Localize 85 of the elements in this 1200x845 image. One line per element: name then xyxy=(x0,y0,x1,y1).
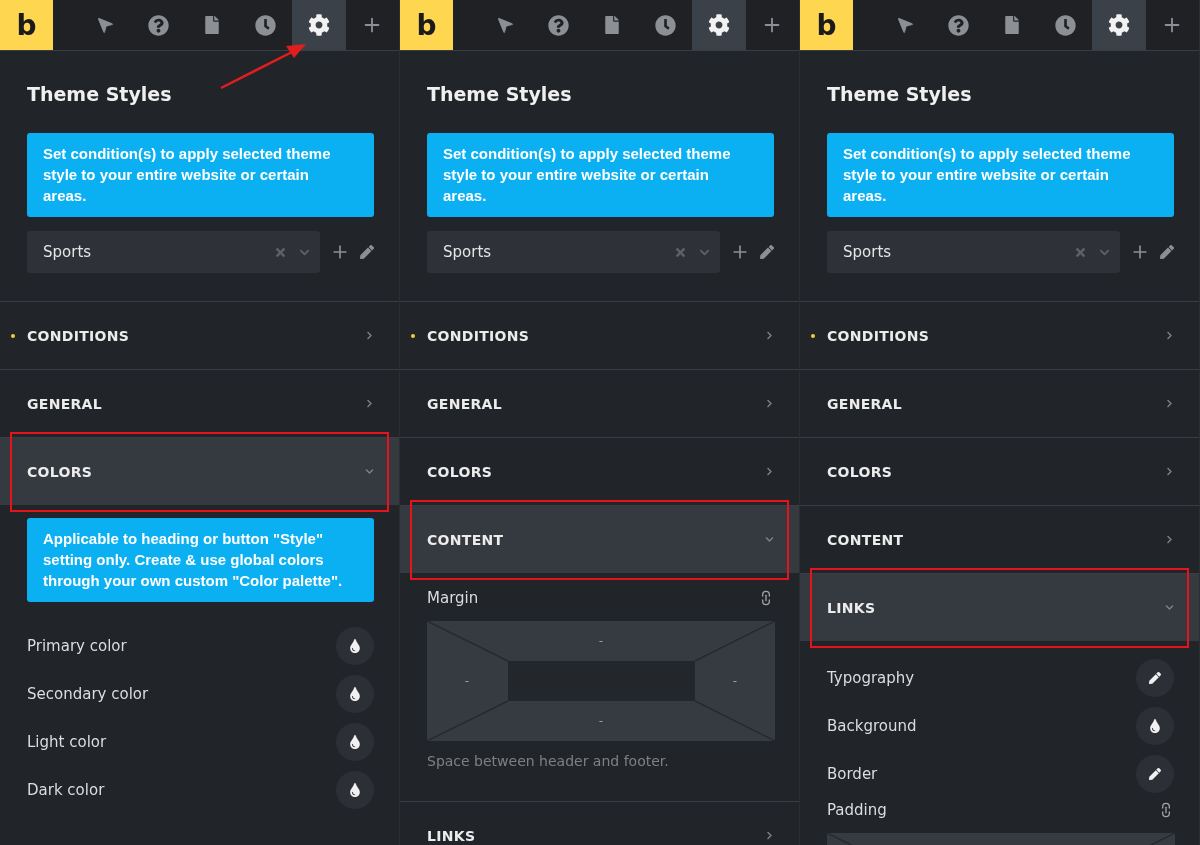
settings-icon xyxy=(707,14,730,36)
chevron-icon xyxy=(365,399,374,408)
settings-icon xyxy=(307,14,330,36)
page-icon xyxy=(602,16,621,34)
page-icon xyxy=(202,16,221,34)
chevron-icon xyxy=(765,331,774,340)
info-notice: Set condition(s) to apply selected theme style to your entire website or certain areas. xyxy=(27,133,374,217)
color-picker-button[interactable] xyxy=(336,723,374,761)
pencil-icon xyxy=(1149,768,1161,780)
help-icon xyxy=(147,14,169,36)
edit-button[interactable] xyxy=(1136,659,1174,697)
toolbar-button[interactable] xyxy=(692,0,746,50)
section-header[interactable]: CONDITIONS xyxy=(800,302,1199,369)
chevron-icon xyxy=(365,331,374,340)
edit-button[interactable] xyxy=(1136,755,1174,793)
status-dot xyxy=(811,334,815,338)
setting-label: Padding xyxy=(827,801,887,819)
panel-title: Theme Styles xyxy=(427,82,573,107)
status-dot xyxy=(11,334,15,338)
spacing-value[interactable]: - xyxy=(598,714,604,728)
pencil-icon[interactable] xyxy=(1160,245,1174,259)
section-header[interactable]: CONDITIONS xyxy=(400,302,799,369)
chevron-icon xyxy=(1165,331,1174,340)
toolbar-button[interactable] xyxy=(292,0,346,50)
section-header[interactable]: COLORS xyxy=(0,438,399,505)
settings-icon xyxy=(1107,14,1130,36)
chevron-icon xyxy=(365,467,374,476)
setting-label: Dark color xyxy=(27,781,105,799)
section-header[interactable]: LINKS xyxy=(800,574,1199,641)
page-icon xyxy=(1002,16,1021,34)
info-notice: Set condition(s) to apply selected theme style to your entire website or certain areas. xyxy=(827,133,1174,217)
setting-label: Primary color xyxy=(27,637,127,655)
color-picker-button[interactable] xyxy=(336,675,374,713)
spacing-value[interactable]: - xyxy=(732,674,738,688)
pencil-icon xyxy=(1149,672,1161,684)
section-header[interactable]: LINKS xyxy=(400,802,799,845)
drop-icon xyxy=(348,783,362,797)
section-header[interactable]: COLORS xyxy=(400,438,799,505)
chevron-icon xyxy=(1165,603,1174,612)
chevron-icon xyxy=(765,535,774,544)
setting-label: Secondary color xyxy=(27,685,149,703)
status-dot xyxy=(411,334,415,338)
clock-icon xyxy=(654,14,676,36)
spacing-value[interactable]: - xyxy=(464,674,470,688)
section-header[interactable]: CONDITIONS xyxy=(0,302,399,369)
panel-title: Theme Styles xyxy=(27,82,173,107)
section-header[interactable]: GENERAL xyxy=(0,370,399,437)
pencil-icon[interactable] xyxy=(360,245,374,259)
info-notice: Applicable to heading or button "Style" setting only. Create & use global colors through your own custom "Color palette". xyxy=(27,518,374,602)
logo[interactable]: b xyxy=(800,0,853,50)
setting-label: Light color xyxy=(27,733,107,751)
drop-icon xyxy=(348,687,362,701)
color-picker-button[interactable] xyxy=(336,771,374,809)
setting-label: Margin xyxy=(427,589,479,607)
info-notice: Set condition(s) to apply selected theme style to your entire website or certain areas. xyxy=(427,133,774,217)
drop-icon xyxy=(1148,719,1162,733)
chevron-icon xyxy=(765,831,774,840)
drop-icon xyxy=(348,639,362,653)
section-header[interactable]: GENERAL xyxy=(400,370,799,437)
help-icon xyxy=(947,14,969,36)
chevron-icon xyxy=(1165,399,1174,408)
color-picker-button[interactable] xyxy=(336,627,374,665)
drop-icon xyxy=(348,735,362,749)
setting-label: Border xyxy=(827,765,878,783)
chevron-icon xyxy=(1165,535,1174,544)
spacing-value[interactable]: - xyxy=(598,634,604,648)
hint-text: Space between header and footer. xyxy=(427,752,670,771)
logo[interactable]: b xyxy=(400,0,453,50)
chevron-icon xyxy=(1165,467,1174,476)
color-picker-button[interactable] xyxy=(1136,707,1174,745)
setting-label: Typography xyxy=(827,669,915,687)
chevron-icon xyxy=(765,399,774,408)
pencil-icon[interactable] xyxy=(760,245,774,259)
logo[interactable]: b xyxy=(0,0,53,50)
panel-title: Theme Styles xyxy=(827,82,973,107)
clock-icon xyxy=(254,14,276,36)
toolbar-button[interactable] xyxy=(1092,0,1146,50)
section-header[interactable]: CONTENT xyxy=(400,506,799,573)
section-header[interactable]: GENERAL xyxy=(800,370,1199,437)
setting-label: Background xyxy=(827,717,917,735)
chevron-icon xyxy=(765,467,774,476)
section-header[interactable]: CONTENT xyxy=(800,506,1199,573)
section-header[interactable]: COLORS xyxy=(800,438,1199,505)
help-icon xyxy=(547,14,569,36)
clock-icon xyxy=(1054,14,1076,36)
